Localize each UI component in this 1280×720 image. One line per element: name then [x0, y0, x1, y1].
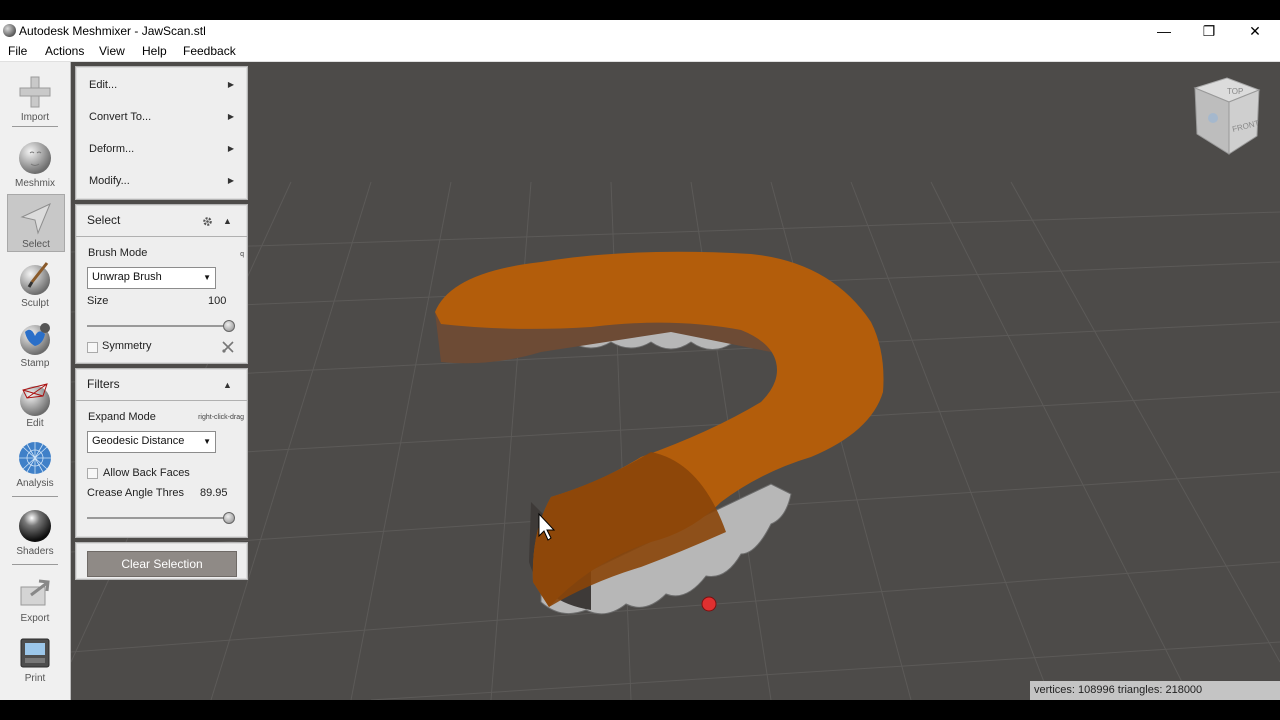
allow-back-faces-checkbox[interactable]: [87, 468, 98, 479]
menu-view[interactable]: View: [99, 44, 125, 58]
meshmix-icon: [19, 142, 51, 174]
stamp-tool[interactable]: Stamp: [7, 314, 63, 370]
stamp-icon: [20, 323, 50, 355]
brush-mode-hotkey: q: [240, 251, 244, 258]
crease-angle-slider[interactable]: [87, 517, 229, 519]
select-panel-title: Select: [87, 213, 121, 227]
panel-divider: [76, 236, 247, 237]
export-label: Export: [20, 613, 50, 624]
submenu-arrow-icon: ▶: [227, 112, 234, 121]
print-tool[interactable]: Print: [7, 629, 63, 685]
export-tool[interactable]: Export: [7, 569, 63, 625]
import-label: Import: [20, 112, 50, 123]
analysis-label: Analysis: [16, 478, 54, 489]
size-value: 100: [208, 295, 227, 307]
brush-mode-dropdown[interactable]: Unwrap Brush ▼: [87, 267, 216, 289]
shaders-icon: [19, 510, 51, 542]
select-panel: Select ▲ Brush Mode q Unwrap Brush ▼ Siz…: [75, 204, 248, 364]
pivot-point-icon[interactable]: [701, 596, 717, 612]
expand-mode-label: Expand Mode: [88, 411, 156, 423]
stamp-label: Stamp: [20, 358, 50, 369]
chevron-down-icon: ▼: [203, 437, 211, 446]
viewport-scene: [71, 181, 1280, 700]
clear-selection-panel: Clear Selection: [75, 542, 248, 580]
crease-angle-value: 89.95: [200, 487, 228, 499]
meshmix-label: Meshmix: [14, 178, 55, 189]
select-label: Select: [22, 239, 50, 250]
submenu-convert-to[interactable]: Convert To...: [89, 111, 151, 123]
crease-angle-label: Crease Angle Thres: [87, 487, 185, 499]
panel-divider: [76, 400, 247, 401]
3d-viewport[interactable]: TOP FRONT: [71, 62, 1280, 700]
brush-mode-label: Brush Mode: [88, 247, 148, 259]
submenu-deform[interactable]: Deform...: [89, 143, 134, 155]
left-toolbar: Import Meshmix Select Sculpt Stamp Edit …: [0, 62, 71, 700]
expand-mode-dropdown[interactable]: Geodesic Distance ▼: [87, 431, 216, 453]
import-icon: [19, 76, 51, 108]
brush-mode-value: Unwrap Brush: [92, 271, 162, 283]
submenu-arrow-icon: ▶: [227, 80, 234, 89]
export-icon: [20, 579, 50, 606]
gear-icon[interactable]: [202, 216, 213, 227]
view-cube-top-label: TOP: [1227, 87, 1243, 96]
submenu-arrow-icon: ▶: [227, 176, 234, 185]
select-tool[interactable]: Select: [7, 194, 65, 252]
view-cube[interactable]: TOP FRONT: [1189, 74, 1265, 156]
expand-mode-value: Geodesic Distance: [92, 435, 185, 447]
menu-actions[interactable]: Actions: [45, 44, 84, 58]
bottom-black-bar: [0, 700, 1280, 720]
chevron-down-icon: ▼: [203, 273, 211, 282]
mesh-stats-text: vertices: 108996 triangles: 218000: [1034, 684, 1203, 696]
sculpt-tool[interactable]: Sculpt: [7, 254, 63, 310]
submenu-arrow-icon: ▶: [227, 144, 234, 153]
actions-submenu: Edit... ▶ Convert To... ▶ Deform... ▶ Mo…: [75, 66, 248, 200]
collapse-icon[interactable]: ▲: [223, 216, 232, 226]
analysis-tool[interactable]: Analysis: [7, 434, 63, 490]
submenu-modify[interactable]: Modify...: [89, 175, 130, 187]
top-black-bar: [0, 0, 1280, 20]
sculpt-icon: [20, 262, 50, 295]
restore-button[interactable]: ❐: [1186, 20, 1232, 42]
print-label: Print: [24, 673, 46, 684]
close-button[interactable]: ✕: [1232, 20, 1278, 42]
print-icon: [20, 638, 50, 668]
edit-tool[interactable]: Edit: [7, 374, 63, 430]
toolbar-divider: [12, 564, 58, 565]
analysis-icon: [19, 442, 51, 474]
menu-help[interactable]: Help: [142, 44, 167, 58]
clear-selection-button[interactable]: Clear Selection: [87, 551, 237, 577]
menu-feedback[interactable]: Feedback: [183, 44, 236, 58]
collapse-icon[interactable]: ▲: [223, 380, 232, 390]
shaders-label: Shaders: [16, 546, 54, 557]
submenu-edit[interactable]: Edit...: [89, 79, 117, 91]
minimize-button[interactable]: —: [1141, 20, 1187, 42]
filters-panel: Filters ▲ Expand Mode right-click-drag G…: [75, 368, 248, 538]
crease-angle-slider-thumb[interactable]: [223, 512, 235, 524]
mesh-stats-status: vertices: 108996 triangles: 218000: [1030, 681, 1280, 700]
size-slider-thumb[interactable]: [223, 320, 235, 332]
menu-file[interactable]: File: [8, 44, 27, 58]
edit-icon: [20, 383, 50, 416]
select-icon: [20, 203, 51, 235]
edit-label: Edit: [26, 418, 44, 429]
menu-bar: File Actions View Help Feedback: [0, 42, 1280, 62]
toolbar-divider: [12, 496, 58, 497]
symmetry-checkbox[interactable]: [87, 342, 98, 353]
sculpt-label: Sculpt: [21, 298, 49, 309]
size-label: Size: [87, 295, 109, 307]
window-titlebar: Autodesk Meshmixer - JawScan.stl — ❐ ✕: [0, 20, 1280, 42]
meshmix-tool[interactable]: Meshmix: [7, 134, 63, 190]
shaders-tool[interactable]: Shaders: [7, 502, 63, 558]
toolbar-divider: [12, 126, 58, 127]
size-slider[interactable]: [87, 325, 229, 327]
import-tool[interactable]: Import: [7, 68, 63, 124]
symmetry-tool-icon[interactable]: [221, 340, 235, 354]
allow-back-faces-label: Allow Back Faces: [103, 467, 190, 479]
meshmixer-app-icon: [3, 24, 16, 37]
filters-panel-title: Filters: [87, 377, 120, 391]
window-title: Autodesk Meshmixer - JawScan.stl: [19, 24, 206, 38]
symmetry-label: Symmetry: [102, 340, 152, 352]
expand-mode-hint: right-click-drag: [198, 414, 244, 421]
